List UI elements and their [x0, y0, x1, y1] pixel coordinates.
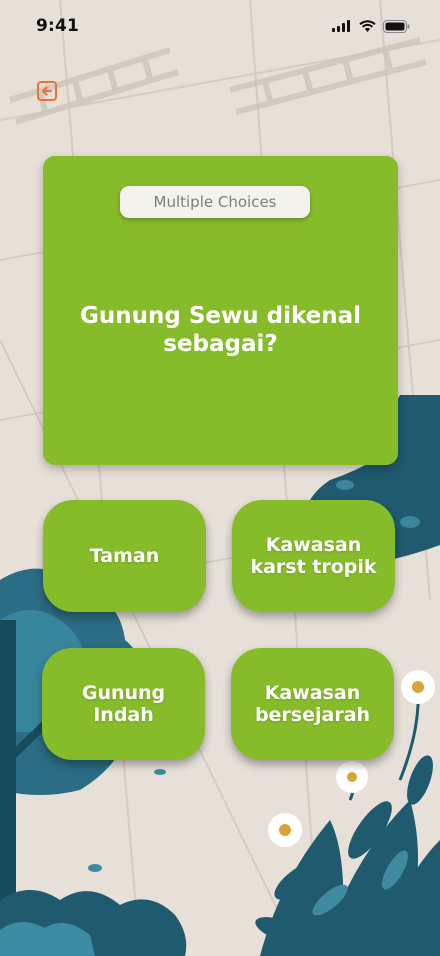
battery-icon	[383, 19, 410, 33]
status-icons	[332, 19, 410, 33]
status-bar: 9:41	[0, 0, 440, 52]
wifi-icon	[359, 20, 376, 32]
status-time: 9:41	[36, 16, 80, 36]
answer-option-1[interactable]: Taman	[43, 500, 206, 612]
answer-option-4[interactable]: Kawasan bersejarah	[231, 648, 394, 760]
question-text: Gunung Sewu dikenal sebagai?	[79, 303, 362, 357]
answer-option-3[interactable]: Gunung Indah	[42, 648, 205, 760]
background-illustration	[0, 0, 440, 956]
question-type-badge: Multiple Choices	[120, 186, 310, 218]
back-arrow-icon	[37, 81, 57, 101]
signal-icon	[332, 20, 350, 32]
question-card: Multiple Choices Gunung Sewu dikenal seb…	[43, 156, 398, 465]
answer-option-2[interactable]: Kawasan karst tropik	[232, 500, 395, 612]
back-button[interactable]	[36, 80, 58, 102]
